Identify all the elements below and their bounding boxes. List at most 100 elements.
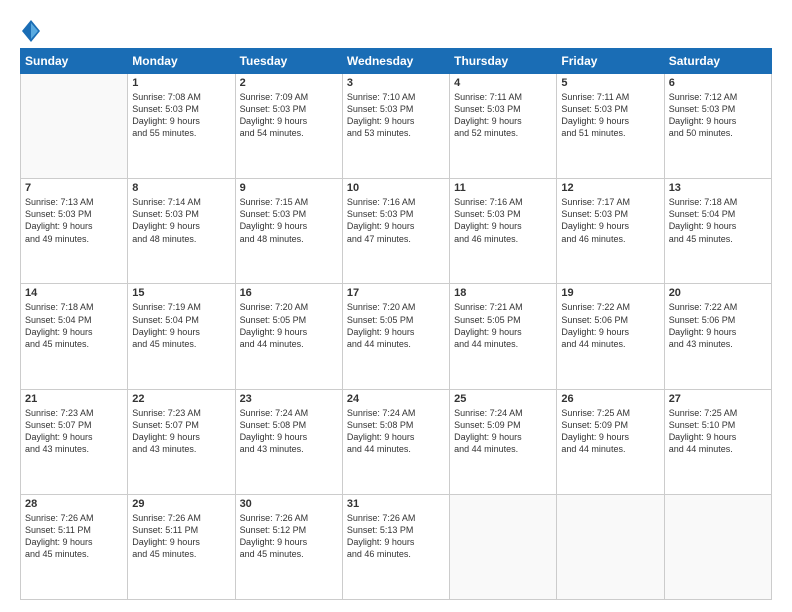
- calendar-cell: [664, 494, 771, 599]
- day-info: Sunrise: 7:22 AM Sunset: 5:06 PM Dayligh…: [561, 301, 659, 350]
- calendar-cell: 26 Sunrise: 7:25 AM Sunset: 5:09 PM Dayli…: [557, 389, 664, 494]
- calendar-week-row: 28Sunrise: 7:26 AM Sunset: 5:11 PM Dayli…: [21, 494, 772, 599]
- day-number: 26: [561, 393, 659, 405]
- calendar-cell: 16Sunrise: 7:20 AM Sunset: 5:05 PM Dayli…: [235, 284, 342, 389]
- calendar-table: SundayMondayTuesdayWednesdayThursdayFrid…: [20, 48, 772, 600]
- day-info: Sunrise: 7:17 AM Sunset: 5:03 PM Dayligh…: [561, 196, 659, 245]
- day-info: Sunrise: 7:22 AM Sunset: 5:06 PM Dayligh…: [669, 301, 767, 350]
- day-number: 11: [454, 182, 552, 194]
- day-info: Sunrise: 7:14 AM Sunset: 5:03 PM Dayligh…: [132, 196, 230, 245]
- calendar-week-row: 7 Sunrise: 7:13 AM Sunset: 5:03 PM Daylig…: [21, 179, 772, 284]
- calendar-cell: 7 Sunrise: 7:13 AM Sunset: 5:03 PM Daylig…: [21, 179, 128, 284]
- day-info: Sunrise: 7:24 AM Sunset: 5:08 PM Dayligh…: [347, 407, 445, 456]
- day-info: Sunrise: 7:25 AM Sunset: 5:09 PM Dayligh…: [561, 407, 659, 456]
- day-number: 2: [240, 77, 338, 89]
- calendar-cell: [21, 74, 128, 179]
- day-info: Sunrise: 7:23 AM Sunset: 5:07 PM Dayligh…: [132, 407, 230, 456]
- day-info: Sunrise: 7:12 AM Sunset: 5:03 PM Dayligh…: [669, 91, 767, 140]
- calendar-cell: 13Sunrise: 7:18 AM Sunset: 5:04 PM Dayli…: [664, 179, 771, 284]
- calendar-cell: 25 Sunrise: 7:24 AM Sunset: 5:09 PM Dayli…: [450, 389, 557, 494]
- calendar-cell: 19 Sunrise: 7:22 AM Sunset: 5:06 PM Dayli…: [557, 284, 664, 389]
- day-number: 7: [25, 182, 123, 194]
- weekday-header: Monday: [128, 49, 235, 74]
- calendar-cell: [557, 494, 664, 599]
- day-info: Sunrise: 7:10 AM Sunset: 5:03 PM Dayligh…: [347, 91, 445, 140]
- day-info: Sunrise: 7:24 AM Sunset: 5:09 PM Dayligh…: [454, 407, 552, 456]
- weekday-row: SundayMondayTuesdayWednesdayThursdayFrid…: [21, 49, 772, 74]
- day-info: Sunrise: 7:09 AM Sunset: 5:03 PM Dayligh…: [240, 91, 338, 140]
- day-number: 21: [25, 393, 123, 405]
- day-info: Sunrise: 7:25 AM Sunset: 5:10 PM Dayligh…: [669, 407, 767, 456]
- day-number: 5: [561, 77, 659, 89]
- day-number: 10: [347, 182, 445, 194]
- day-number: 31: [347, 498, 445, 510]
- day-number: 23: [240, 393, 338, 405]
- day-info: Sunrise: 7:26 AM Sunset: 5:11 PM Dayligh…: [132, 512, 230, 561]
- calendar-cell: 3 Sunrise: 7:10 AM Sunset: 5:03 PM Daylig…: [342, 74, 449, 179]
- calendar-cell: 4 Sunrise: 7:11 AM Sunset: 5:03 PM Daylig…: [450, 74, 557, 179]
- day-info: Sunrise: 7:16 AM Sunset: 5:03 PM Dayligh…: [454, 196, 552, 245]
- calendar-cell: 28Sunrise: 7:26 AM Sunset: 5:11 PM Dayli…: [21, 494, 128, 599]
- day-number: 24: [347, 393, 445, 405]
- day-info: Sunrise: 7:18 AM Sunset: 5:04 PM Dayligh…: [25, 301, 123, 350]
- day-info: Sunrise: 7:26 AM Sunset: 5:12 PM Dayligh…: [240, 512, 338, 561]
- calendar-cell: 8 Sunrise: 7:14 AM Sunset: 5:03 PM Daylig…: [128, 179, 235, 284]
- calendar-cell: 2 Sunrise: 7:09 AM Sunset: 5:03 PM Daylig…: [235, 74, 342, 179]
- day-info: Sunrise: 7:11 AM Sunset: 5:03 PM Dayligh…: [561, 91, 659, 140]
- day-info: Sunrise: 7:20 AM Sunset: 5:05 PM Dayligh…: [347, 301, 445, 350]
- weekday-header: Saturday: [664, 49, 771, 74]
- calendar-cell: 23Sunrise: 7:24 AM Sunset: 5:08 PM Dayli…: [235, 389, 342, 494]
- day-number: 27: [669, 393, 767, 405]
- calendar-cell: 22 Sunrise: 7:23 AM Sunset: 5:07 PM Dayli…: [128, 389, 235, 494]
- calendar-cell: 11 Sunrise: 7:16 AM Sunset: 5:03 PM Dayli…: [450, 179, 557, 284]
- logo: [20, 22, 40, 42]
- day-number: 30: [240, 498, 338, 510]
- day-info: Sunrise: 7:08 AM Sunset: 5:03 PM Dayligh…: [132, 91, 230, 140]
- day-number: 18: [454, 287, 552, 299]
- calendar-cell: 21Sunrise: 7:23 AM Sunset: 5:07 PM Dayli…: [21, 389, 128, 494]
- day-number: 9: [240, 182, 338, 194]
- day-info: Sunrise: 7:26 AM Sunset: 5:11 PM Dayligh…: [25, 512, 123, 561]
- weekday-header: Thursday: [450, 49, 557, 74]
- calendar-cell: 20 Sunrise: 7:22 AM Sunset: 5:06 PM Dayli…: [664, 284, 771, 389]
- calendar-cell: 17Sunrise: 7:20 AM Sunset: 5:05 PM Dayli…: [342, 284, 449, 389]
- calendar-body: 1 Sunrise: 7:08 AM Sunset: 5:03 PM Daylig…: [21, 74, 772, 600]
- day-number: 25: [454, 393, 552, 405]
- day-number: 3: [347, 77, 445, 89]
- day-info: Sunrise: 7:11 AM Sunset: 5:03 PM Dayligh…: [454, 91, 552, 140]
- calendar-cell: 31 Sunrise: 7:26 AM Sunset: 5:13 PM Dayli…: [342, 494, 449, 599]
- day-number: 22: [132, 393, 230, 405]
- calendar-cell: 30 Sunrise: 7:26 AM Sunset: 5:12 PM Dayli…: [235, 494, 342, 599]
- day-number: 20: [669, 287, 767, 299]
- calendar-header: SundayMondayTuesdayWednesdayThursdayFrid…: [21, 49, 772, 74]
- day-info: Sunrise: 7:26 AM Sunset: 5:13 PM Dayligh…: [347, 512, 445, 561]
- day-number: 19: [561, 287, 659, 299]
- calendar-cell: 29Sunrise: 7:26 AM Sunset: 5:11 PM Dayli…: [128, 494, 235, 599]
- day-number: 8: [132, 182, 230, 194]
- header: [20, 18, 772, 42]
- weekday-header: Sunday: [21, 49, 128, 74]
- weekday-header: Wednesday: [342, 49, 449, 74]
- calendar-cell: 5 Sunrise: 7:11 AM Sunset: 5:03 PM Daylig…: [557, 74, 664, 179]
- day-number: 1: [132, 77, 230, 89]
- calendar-week-row: 1 Sunrise: 7:08 AM Sunset: 5:03 PM Daylig…: [21, 74, 772, 179]
- day-info: Sunrise: 7:20 AM Sunset: 5:05 PM Dayligh…: [240, 301, 338, 350]
- day-info: Sunrise: 7:16 AM Sunset: 5:03 PM Dayligh…: [347, 196, 445, 245]
- calendar-cell: 15Sunrise: 7:19 AM Sunset: 5:04 PM Dayli…: [128, 284, 235, 389]
- day-number: 4: [454, 77, 552, 89]
- calendar-cell: 1 Sunrise: 7:08 AM Sunset: 5:03 PM Daylig…: [128, 74, 235, 179]
- weekday-header: Tuesday: [235, 49, 342, 74]
- day-number: 15: [132, 287, 230, 299]
- calendar-cell: 10 Sunrise: 7:16 AM Sunset: 5:03 PM Dayli…: [342, 179, 449, 284]
- calendar-cell: 18Sunrise: 7:21 AM Sunset: 5:05 PM Dayli…: [450, 284, 557, 389]
- day-number: 6: [669, 77, 767, 89]
- calendar-cell: 27 Sunrise: 7:25 AM Sunset: 5:10 PM Dayli…: [664, 389, 771, 494]
- calendar-week-row: 14Sunrise: 7:18 AM Sunset: 5:04 PM Dayli…: [21, 284, 772, 389]
- day-number: 12: [561, 182, 659, 194]
- calendar-cell: [450, 494, 557, 599]
- calendar-cell: 14Sunrise: 7:18 AM Sunset: 5:04 PM Dayli…: [21, 284, 128, 389]
- day-info: Sunrise: 7:15 AM Sunset: 5:03 PM Dayligh…: [240, 196, 338, 245]
- calendar-cell: 9 Sunrise: 7:15 AM Sunset: 5:03 PM Daylig…: [235, 179, 342, 284]
- weekday-header: Friday: [557, 49, 664, 74]
- day-info: Sunrise: 7:13 AM Sunset: 5:03 PM Dayligh…: [25, 196, 123, 245]
